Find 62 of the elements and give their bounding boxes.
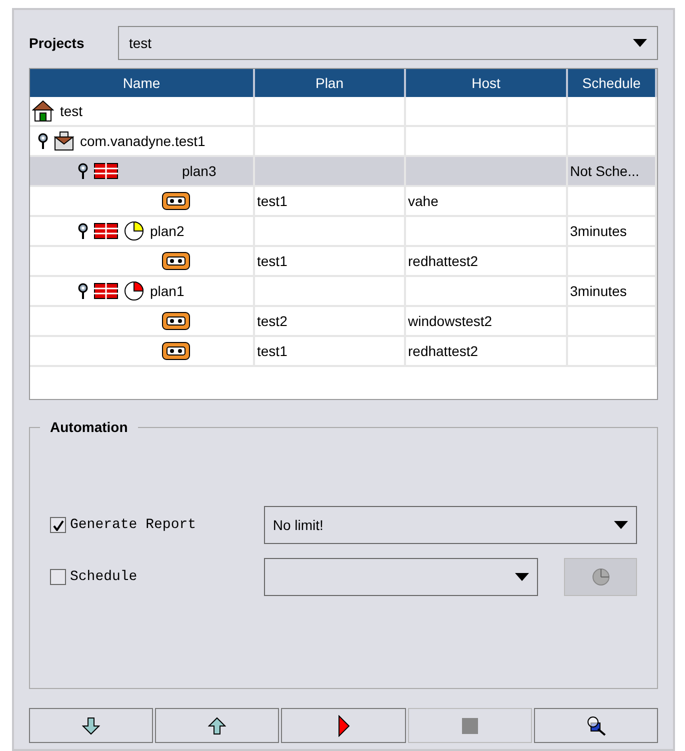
stop-icon bbox=[462, 718, 478, 734]
inspect-button[interactable] bbox=[534, 708, 658, 743]
tape-icon bbox=[162, 252, 190, 270]
projects-label: Projects bbox=[29, 34, 86, 53]
table-row[interactable]: test1 redhattest2 bbox=[30, 337, 657, 367]
play-icon bbox=[338, 714, 350, 736]
dropdown-arrow-icon bbox=[515, 573, 530, 581]
check-icon bbox=[52, 520, 64, 530]
table-row[interactable]: plan1 3minutes bbox=[30, 277, 657, 307]
table-row[interactable]: test1 redhattest2 bbox=[30, 247, 657, 277]
table-cell-text: redhattest2 bbox=[408, 252, 478, 270]
table-row[interactable]: test1 vahe bbox=[30, 187, 657, 217]
package-icon bbox=[54, 131, 74, 151]
tree-node-label: plan1 bbox=[150, 282, 184, 301]
pin-icon[interactable] bbox=[38, 133, 48, 149]
run-button[interactable] bbox=[281, 708, 406, 743]
grid-icon bbox=[94, 223, 118, 239]
grid-icon bbox=[94, 163, 118, 179]
table-cell-text: redhattest2 bbox=[408, 342, 478, 360]
tree-node-label: test bbox=[60, 102, 83, 120]
generate-report-label: Generate Report bbox=[70, 516, 196, 534]
down-arrow-icon bbox=[82, 716, 100, 734]
down-button[interactable] bbox=[29, 708, 154, 743]
tape-icon bbox=[162, 192, 190, 210]
house-icon bbox=[32, 100, 54, 122]
table-cell-text: test2 bbox=[257, 312, 288, 330]
tree-node-label: plan3 bbox=[181, 162, 216, 181]
table-row[interactable]: plan3 Not Sche... bbox=[30, 157, 657, 187]
table-cell-text: test1 bbox=[257, 192, 288, 210]
tape-icon bbox=[162, 342, 190, 360]
dropdown-arrow-icon bbox=[633, 39, 647, 47]
table-row[interactable]: test2 windowstest2 bbox=[30, 307, 657, 337]
grid-icon bbox=[94, 283, 118, 299]
table-cell-text: Not Sche... bbox=[570, 162, 640, 180]
schedule-dropdown[interactable] bbox=[264, 558, 538, 596]
magnifier-icon bbox=[586, 716, 606, 736]
table-row[interactable]: com.vanadyne.test1 bbox=[30, 127, 657, 157]
tree-node-label: plan2 bbox=[150, 222, 184, 241]
tape-icon bbox=[162, 312, 190, 330]
table-cell-text: vahe bbox=[408, 192, 438, 210]
table-cell-text: test1 bbox=[257, 252, 288, 270]
schedule-checkbox[interactable] bbox=[50, 569, 66, 585]
table-row[interactable]: plan2 3minutes bbox=[30, 217, 657, 247]
up-button[interactable] bbox=[155, 708, 280, 743]
report-limit-dropdown[interactable]: No limit! bbox=[264, 506, 637, 544]
generate-report-checkbox[interactable] bbox=[50, 517, 66, 533]
table-cell-text: 3minutes bbox=[570, 222, 627, 240]
table-cell-text: test1 bbox=[257, 342, 288, 360]
table-cell-text: 3minutes bbox=[570, 282, 627, 300]
up-arrow-icon bbox=[208, 716, 226, 734]
clock-icon bbox=[592, 568, 610, 586]
schedule-label: Schedule bbox=[70, 568, 138, 586]
report-limit-value: No limit! bbox=[272, 516, 324, 534]
projects-value: test bbox=[129, 34, 152, 52]
projects-dropdown[interactable]: test bbox=[118, 26, 658, 60]
pin-icon[interactable] bbox=[78, 283, 88, 299]
table-row[interactable]: test bbox=[30, 97, 657, 127]
pin-icon[interactable] bbox=[78, 223, 88, 239]
pin-icon[interactable] bbox=[78, 163, 88, 179]
table-cell-text: windowstest2 bbox=[408, 312, 492, 330]
tree-node-label: com.vanadyne.test1 bbox=[80, 132, 206, 151]
dropdown-arrow-icon bbox=[614, 521, 628, 529]
